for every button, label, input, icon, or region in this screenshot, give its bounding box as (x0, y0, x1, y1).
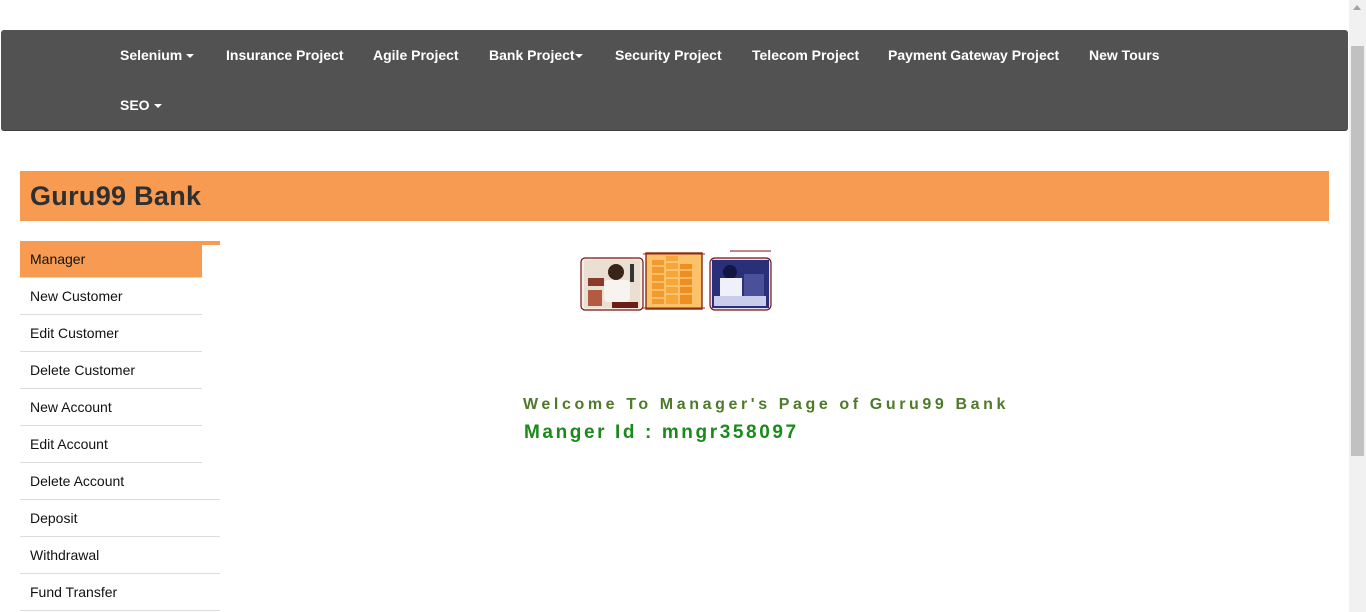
site-banner: Guru99 Bank (20, 171, 1329, 221)
nav-agile-project[interactable]: Agile Project (373, 45, 459, 65)
nav-telecom-project[interactable]: Telecom Project (752, 45, 859, 65)
vertical-scrollbar[interactable] (1349, 0, 1366, 612)
page: Selenium Insurance Project Agile Project… (0, 0, 1366, 612)
banner-title: Guru99 Bank (30, 181, 202, 211)
scroll-up-arrow-icon[interactable] (1353, 5, 1361, 10)
sidebar-item-edit-customer[interactable]: Edit Customer (20, 315, 202, 352)
bank-logo-image (580, 250, 772, 311)
top-navbar: Selenium Insurance Project Agile Project… (1, 30, 1348, 131)
nav-security-project[interactable]: Security Project (615, 45, 722, 65)
chevron-down-icon (153, 104, 162, 109)
customer-photo-panel (709, 250, 772, 311)
sidebar-accent-bar (202, 241, 220, 245)
manager-id-text: Manger Id : mngr358097 (524, 422, 799, 443)
sidebar-menu: Manager New Customer Edit Customer Delet… (20, 241, 220, 611)
sidebar-item-deposit[interactable]: Deposit (20, 500, 220, 537)
nav-payment-gateway-project[interactable]: Payment Gateway Project (888, 45, 1059, 65)
sidebar-item-fund-transfer[interactable]: Fund Transfer (20, 574, 220, 611)
welcome-message: Welcome To Manager's Page of Guru99 Bank (523, 396, 1009, 413)
nav-selenium-label: Selenium (120, 47, 183, 63)
sidebar-item-delete-customer[interactable]: Delete Customer (20, 352, 202, 389)
nav-seo-label: SEO (120, 97, 150, 113)
sidebar-item-new-customer[interactable]: New Customer (20, 278, 202, 315)
nav-new-tours[interactable]: New Tours (1089, 45, 1160, 65)
nav-insurance-project[interactable]: Insurance Project (226, 45, 344, 65)
sidebar-item-delete-account[interactable]: Delete Account (20, 463, 220, 500)
sidebar-item-edit-account[interactable]: Edit Account (20, 426, 202, 463)
chevron-down-icon (186, 54, 195, 59)
sidebar-item-withdrawal[interactable]: Withdrawal (20, 537, 220, 574)
sidebar-item-manager[interactable]: Manager (20, 241, 202, 278)
nav-selenium-dropdown[interactable]: Selenium (120, 45, 195, 65)
coins-photo-panel (643, 252, 705, 310)
nav-seo-dropdown[interactable]: SEO (120, 95, 162, 115)
chevron-down-icon (574, 54, 583, 59)
sidebar-item-new-account[interactable]: New Account (20, 389, 202, 426)
banker-photo-panel (580, 257, 644, 311)
nav-bank-project-label: Bank Project (489, 47, 575, 63)
nav-bank-project-dropdown[interactable]: Bank Project (489, 45, 583, 65)
scrollbar-thumb[interactable] (1351, 46, 1364, 456)
